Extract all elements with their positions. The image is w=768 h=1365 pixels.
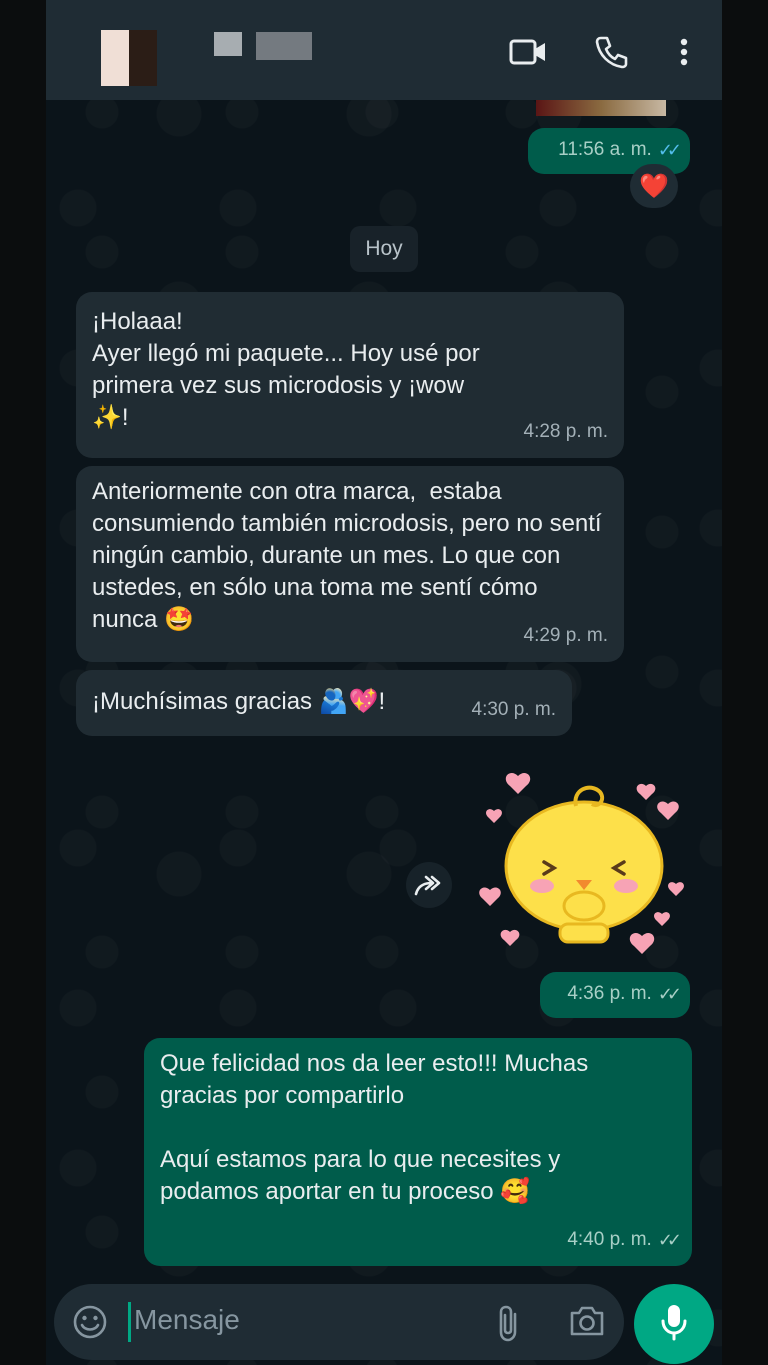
reaction-badge[interactable]: ❤️ [630,164,678,208]
incoming-message[interactable]: ¡Muchísimas gracias 🫂💖! 4:30 p. m. [76,670,572,736]
avatar[interactable] [101,30,157,86]
message-text: Anteriormente con otra marca, estaba con… [92,478,609,633]
chat-screen: 11:56 a. m. ✓✓ ❤️ Hoy ¡Holaaa! Ayer lleg… [46,0,722,1365]
delivered-ticks-icon: ✓✓ [657,1230,682,1250]
message-time: 4:40 p. m. [567,1229,652,1250]
phone-call-icon[interactable] [592,32,632,72]
message-composer[interactable]: Mensaje [54,1284,624,1360]
sticker-message[interactable] [476,766,696,966]
contact-name[interactable] [214,32,312,60]
camera-icon[interactable] [568,1304,606,1343]
date-divider: Hoy [350,226,418,272]
message-input[interactable]: Mensaje [134,1304,240,1336]
voice-message-button[interactable] [634,1284,714,1364]
heart-reaction: ❤️ [639,172,669,200]
redacted-name-part [214,32,242,56]
redacted-name-part [256,32,312,60]
message-time: 4:29 p. m. [523,625,609,646]
message-time: 4:28 p. m. [523,421,609,442]
message-time: 4:36 p. m. [567,983,652,1004]
video-call-icon[interactable] [508,32,548,72]
message-time: 4:30 p. m. [471,699,557,720]
attach-icon[interactable] [496,1304,522,1347]
delivered-ticks-icon: ✓✓ [657,984,682,1004]
more-options-icon[interactable] [664,32,704,72]
outgoing-message[interactable]: Que felicidad nos da leer esto!!! Muchas… [144,1038,692,1266]
chat-header [46,0,722,100]
incoming-message[interactable]: ¡Holaaa! Ayer llegó mi paquete... Hoy us… [76,292,624,458]
chick-sticker-icon [479,773,684,954]
previous-image-message[interactable] [536,100,666,116]
read-ticks-icon: ✓✓ [657,140,682,160]
message-time: 11:56 a. m. [558,139,652,160]
sticker-time-badge: 4:36 p. m. ✓✓ [540,972,690,1018]
message-text: ¡Holaaa! Ayer llegó mi paquete... Hoy us… [92,308,480,431]
text-caret [128,1302,131,1342]
incoming-message[interactable]: Anteriormente con otra marca, estaba con… [76,466,624,662]
emoji-icon[interactable] [72,1304,108,1345]
message-text: Que felicidad nos da leer esto!!! Muchas… [160,1050,589,1205]
microphone-icon [660,1303,688,1346]
forward-icon[interactable] [406,862,452,908]
